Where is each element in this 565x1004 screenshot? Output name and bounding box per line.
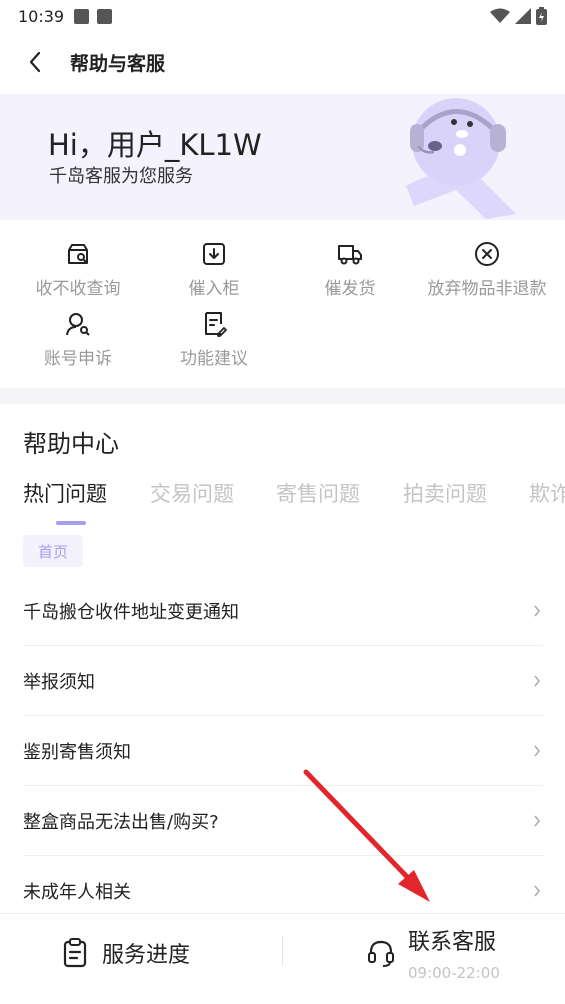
hero-greeting: Hi，用户_KL1W: [48, 128, 262, 162]
quick-action-query[interactable]: 收不收查询: [8, 240, 148, 299]
clipboard-icon: [63, 938, 87, 968]
help-tabs: 热门问题 交易问题 寄售问题 拍卖问题 欺诈: [0, 478, 565, 528]
page-title: 帮助与客服: [70, 52, 166, 75]
signal-icon: [515, 8, 531, 24]
contact-service-button[interactable]: 联系客服 09:00-22:00: [366, 914, 500, 992]
category-chip[interactable]: 首页: [23, 535, 83, 567]
battery-icon: [536, 7, 547, 25]
doc-edit-icon: [205, 312, 227, 337]
box-download-icon: [203, 243, 225, 265]
tab-fraud[interactable]: 欺诈: [529, 478, 565, 508]
box-search-icon: [68, 244, 88, 264]
tab-trade[interactable]: 交易问题: [150, 478, 234, 508]
gallery-notification-icon: [74, 8, 90, 24]
tab-auction[interactable]: 拍卖问题: [403, 478, 487, 508]
quick-action-suggestion[interactable]: 功能建议: [144, 310, 284, 369]
status-bar: 10:39: [0, 0, 565, 32]
wifi-icon: [490, 8, 510, 23]
app-notification-icon: [97, 8, 113, 24]
list-item[interactable]: 鉴别寄售须知: [23, 716, 543, 786]
customer-service-mascot-icon: [406, 98, 516, 219]
back-button[interactable]: [0, 36, 70, 88]
list-item[interactable]: 整盒商品无法出售/购买?: [23, 786, 543, 856]
bottom-bar: 服务进度 联系客服 09:00-22:00: [0, 913, 565, 1004]
chevron-right-icon: [534, 605, 540, 616]
headset-icon: [368, 940, 394, 967]
chevron-right-icon: [534, 815, 540, 826]
help-center-title: 帮助中心: [23, 430, 119, 458]
quick-action-shipping[interactable]: 催发货: [280, 240, 420, 299]
bottom-divider: [282, 936, 283, 966]
chevron-left-icon: [29, 51, 41, 73]
nav-bar: 帮助与客服: [0, 36, 565, 88]
tab-indicator: [56, 521, 86, 525]
quick-action-cabinet[interactable]: 催入柜: [144, 240, 284, 299]
user-search-icon: [66, 313, 90, 336]
tab-hot[interactable]: 热门问题: [23, 478, 107, 508]
service-progress-button[interactable]: 服务进度: [62, 914, 190, 992]
faq-list: 千岛搬仓收件地址变更通知 举报须知 鉴别寄售须知 整盒商品无法出售/购买? 未成…: [23, 576, 543, 926]
quick-action-abandon[interactable]: 放弃物品非退款: [417, 240, 557, 299]
hero-subtitle: 千岛客服为您服务: [49, 166, 193, 187]
hero-banner: Hi，用户_KL1W 千岛客服为您服务: [0, 94, 565, 220]
tab-consign[interactable]: 寄售问题: [276, 478, 360, 508]
list-item[interactable]: 举报须知: [23, 646, 543, 716]
circle-x-icon: [475, 242, 499, 266]
section-divider: [0, 388, 565, 404]
quick-action-appeal[interactable]: 账号申诉: [8, 310, 148, 369]
quick-actions: 收不收查询 催入柜 催发货 放弃物品非退款 账号申诉 功能建议: [0, 220, 565, 388]
chevron-right-icon: [534, 675, 540, 686]
list-item[interactable]: 千岛搬仓收件地址变更通知: [23, 576, 543, 646]
truck-icon: [338, 245, 362, 265]
status-time: 10:39: [18, 6, 65, 26]
chevron-right-icon: [534, 885, 540, 897]
chevron-right-icon: [534, 745, 540, 756]
